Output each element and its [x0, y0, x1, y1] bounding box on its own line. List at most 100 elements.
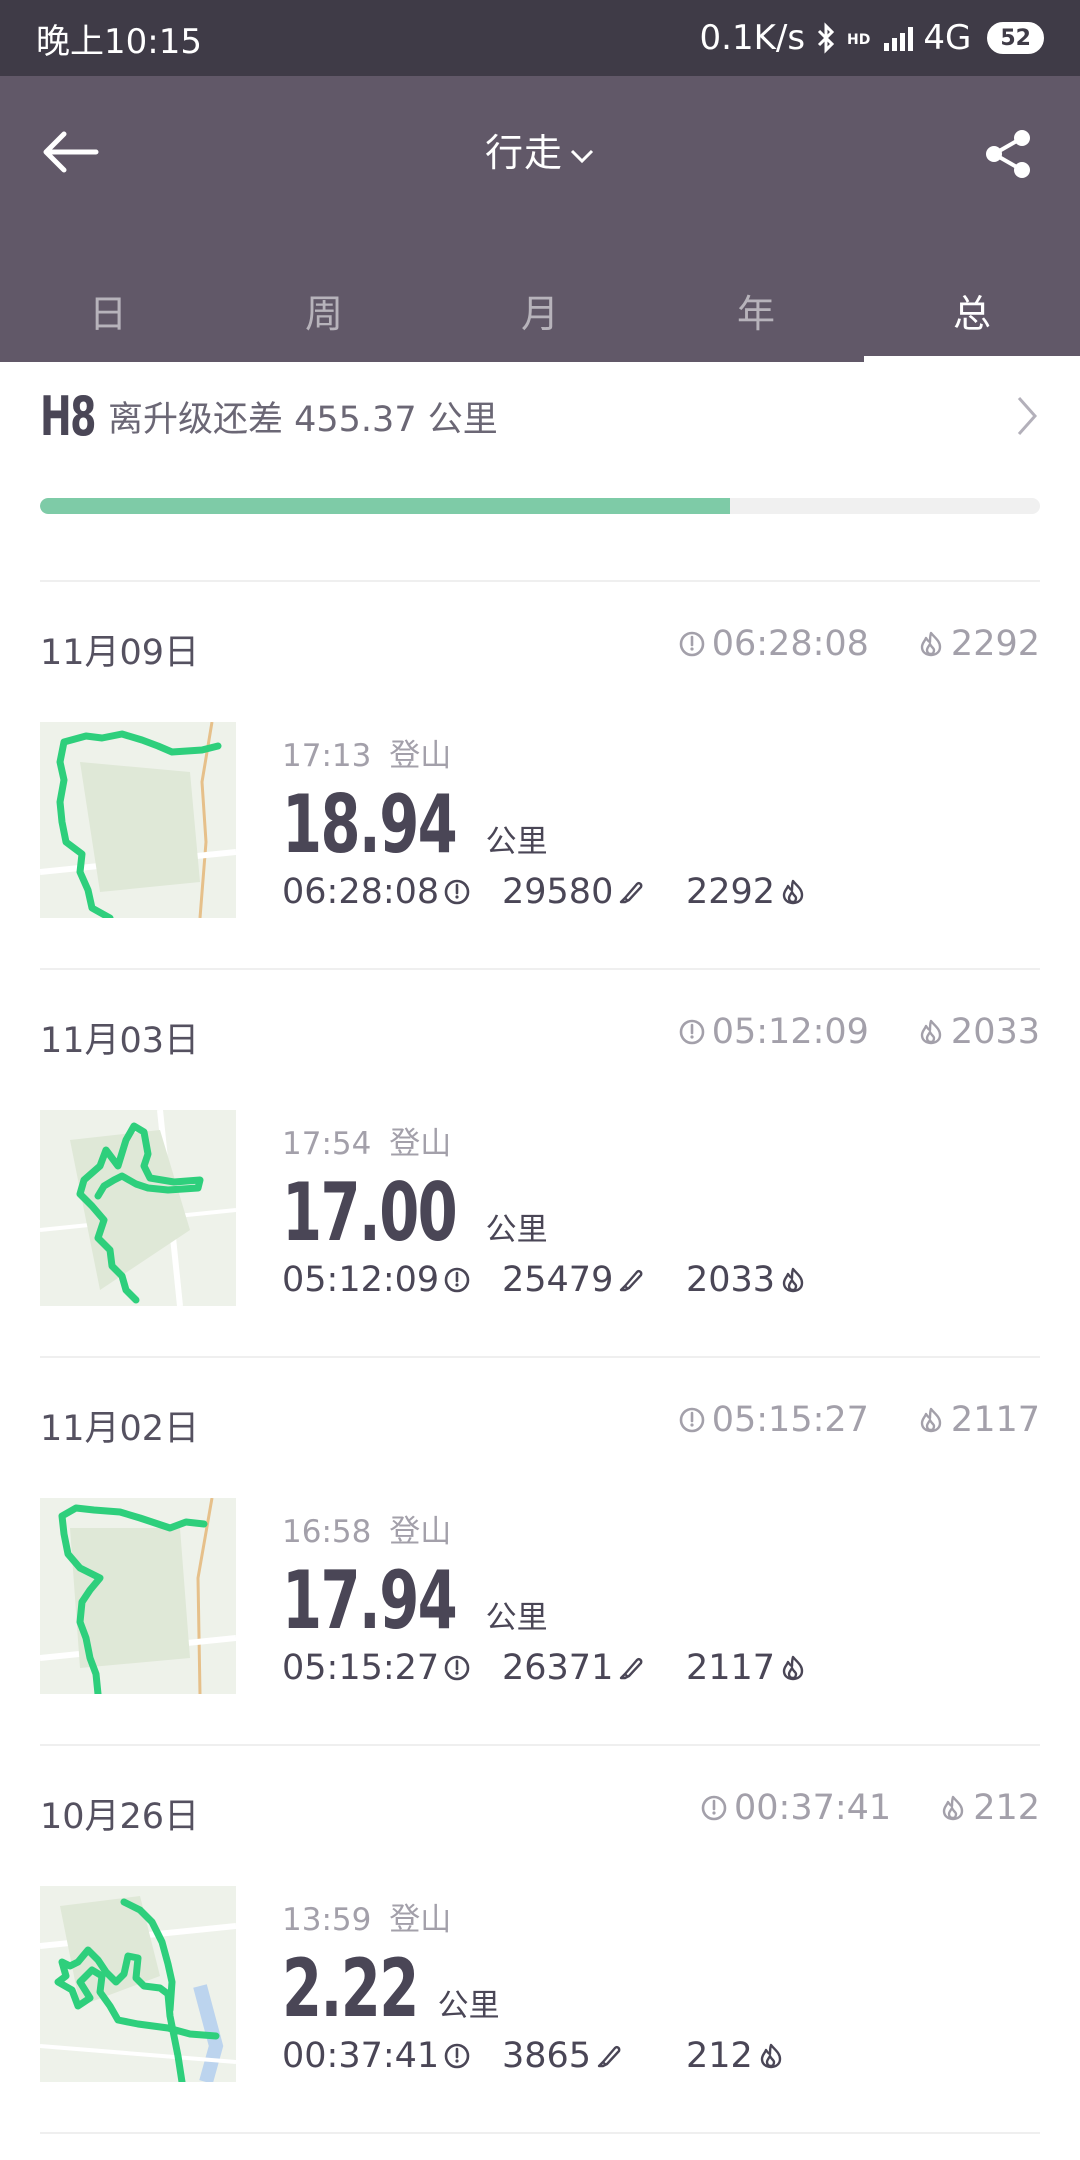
flame-icon — [782, 1267, 804, 1293]
distance-unit: 公里 — [437, 1988, 500, 2024]
day-duration: 05:15:27 — [678, 1400, 869, 1440]
route-map-thumbnail[interactable] — [40, 1498, 236, 1694]
route-map — [40, 1498, 236, 1694]
record-item[interactable]: 11月09日 06:28:08 2292 17:13 登山 18.94 公里 0… — [0, 582, 1080, 970]
record-stats: 05:12:09 25479 2033 — [282, 1260, 807, 1300]
flame-icon — [942, 1795, 964, 1821]
record-distance: 17.94 公里 — [282, 1554, 548, 1647]
level-row[interactable]: H8 离升级还差 455.37 公里 — [40, 385, 1040, 448]
clock-icon — [701, 1795, 727, 1821]
level-upgrade-text: 离升级还差 455.37 公里 — [108, 399, 498, 440]
day-duration: 00:37:41 — [700, 1788, 891, 1828]
day-duration-value: 05:15:27 — [711, 1400, 869, 1440]
day-calories-value: 2033 — [950, 1012, 1040, 1052]
steps-value: 3865 — [502, 2036, 592, 2076]
chevron-down-icon — [570, 149, 594, 163]
day-duration: 06:28:08 — [678, 624, 869, 664]
flame-icon — [920, 1019, 942, 1045]
day-calories-value: 2117 — [950, 1400, 1040, 1440]
activity-type-selector[interactable]: 行走 — [0, 122, 1080, 177]
clock-icon — [679, 1019, 705, 1045]
level-progress-bar — [40, 498, 1040, 514]
record-stats: 06:28:08 29580 2292 — [282, 872, 807, 912]
shoe-icon — [620, 1270, 643, 1292]
record-distance: 17.00 公里 — [282, 1166, 548, 1259]
day-calories: 212 — [939, 1788, 1040, 1828]
page-title: 行走 — [484, 131, 563, 175]
record-start: 17:54 登山 — [282, 1118, 451, 1163]
route-map-thumbnail[interactable] — [40, 1886, 236, 2082]
flame-icon — [782, 879, 804, 905]
tab-week[interactable]: 周 — [216, 266, 432, 362]
day-calories-value: 212 — [973, 1788, 1040, 1828]
day-summary: 00:37:41 212 — [700, 1788, 1040, 1828]
distance-value: 17.00 — [282, 1166, 458, 1259]
distance-unit: 公里 — [485, 824, 548, 860]
record-steps: 26371 — [502, 1648, 686, 1688]
flame-icon — [920, 631, 942, 657]
flame-icon — [760, 2043, 782, 2069]
calories-value: 2117 — [686, 1648, 776, 1688]
steps-value: 29580 — [502, 872, 614, 912]
tab-day[interactable]: 日 — [0, 266, 216, 362]
day-duration-value: 05:12:09 — [711, 1012, 869, 1052]
battery-level: 52 — [1000, 25, 1031, 51]
record-start: 16:58 登山 — [282, 1506, 451, 1551]
record-date: 10月26日 — [40, 1797, 200, 1837]
record-time: 16:58 — [282, 1514, 372, 1550]
calories-value: 2033 — [686, 1260, 776, 1300]
day-calories: 2292 — [917, 624, 1040, 664]
clock-icon — [679, 631, 705, 657]
steps-value: 26371 — [502, 1648, 614, 1688]
record-stats: 00:37:41 3865 212 — [282, 2036, 785, 2076]
share-icon — [986, 130, 1030, 178]
calories-value: 2292 — [686, 872, 776, 912]
day-summary: 06:28:08 2292 — [678, 624, 1040, 664]
clock-icon — [444, 2043, 470, 2069]
tab-year[interactable]: 年 — [648, 266, 864, 362]
route-map — [40, 722, 236, 918]
record-item[interactable]: 10月26日 00:37:41 212 13:59 登山 2.22 公里 00:… — [0, 1746, 1080, 2134]
distance-value: 2.22 — [282, 1942, 419, 2035]
record-activity: 登山 — [389, 1514, 452, 1550]
route-map — [40, 1110, 236, 1306]
battery-icon: 52 — [987, 22, 1044, 54]
record-start: 13:59 登山 — [282, 1894, 451, 1939]
hd-label: HD — [847, 32, 871, 48]
header: 行走 日 周 月 年 总 — [0, 76, 1080, 362]
record-activity: 登山 — [389, 1902, 452, 1938]
chevron-right-icon — [1017, 397, 1038, 435]
record-steps: 25479 — [502, 1260, 686, 1300]
record-distance: 18.94 公里 — [282, 778, 548, 871]
tab-total[interactable]: 总 — [864, 266, 1080, 362]
record-calories: 2117 — [686, 1648, 807, 1688]
signal-icon — [884, 25, 914, 51]
status-bar: 晚上10:15 0.1K/s HD 4G 52 — [0, 0, 1080, 76]
record-start: 17:13 登山 — [282, 730, 451, 775]
record-time: 17:54 — [282, 1126, 372, 1162]
record-item[interactable]: 11月02日 05:15:27 2117 16:58 登山 17.94 公里 0… — [0, 1358, 1080, 1746]
record-calories: 212 — [686, 2036, 785, 2076]
level-badge: H8 — [40, 384, 97, 448]
record-item[interactable]: 11月03日 05:12:09 2033 17:54 登山 17.00 公里 0… — [0, 970, 1080, 1358]
duration-value: 05:12:09 — [282, 1260, 440, 1300]
day-calories: 2033 — [917, 1012, 1040, 1052]
level-progress-fill — [40, 498, 730, 514]
day-calories: 2117 — [917, 1400, 1040, 1440]
share-button[interactable] — [980, 126, 1036, 182]
clock-icon — [444, 879, 470, 905]
duration-value: 05:15:27 — [282, 1648, 440, 1688]
record-duration: 00:37:41 — [282, 2036, 502, 2076]
duration-value: 06:28:08 — [282, 872, 440, 912]
route-map-thumbnail[interactable] — [40, 1110, 236, 1306]
record-date: 11月02日 — [40, 1409, 200, 1449]
day-summary: 05:15:27 2117 — [678, 1400, 1040, 1440]
tab-month[interactable]: 月 — [432, 266, 648, 362]
shoe-icon — [620, 1658, 643, 1680]
record-duration: 05:15:27 — [282, 1648, 502, 1688]
clock-icon — [444, 1655, 470, 1681]
calories-value: 212 — [686, 2036, 753, 2076]
duration-value: 00:37:41 — [282, 2036, 440, 2076]
steps-value: 25479 — [502, 1260, 614, 1300]
route-map-thumbnail[interactable] — [40, 722, 236, 918]
